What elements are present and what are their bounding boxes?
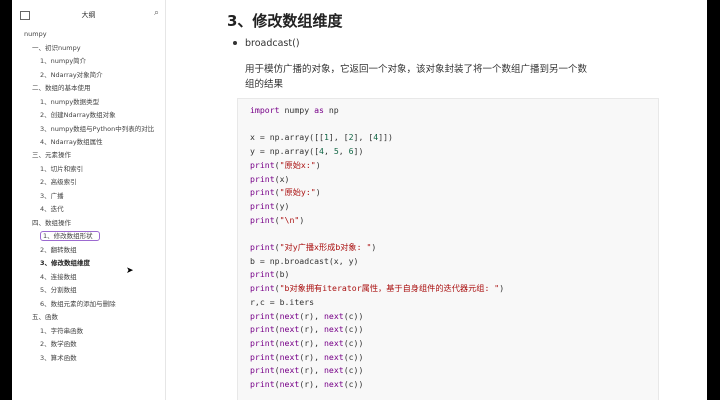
outline-list: numpy 一、初识numpy 1、numpy简介 2、Ndarray对象简介二、数组… xyxy=(12,28,165,365)
outline-item[interactable]: 1、修改数组形状 xyxy=(12,230,165,244)
app-window: 大纲 ⌕ numpy 一、初识numpy 1、numpy简介 2、Ndarray对象简… xyxy=(12,0,707,400)
outline-item[interactable]: 2、高级索引 xyxy=(12,176,165,190)
outline-item[interactable]: 2、Ndarray对象简介 xyxy=(12,69,165,83)
outline-item[interactable]: 四、数组操作 xyxy=(12,217,165,231)
outline-item-label: 4、Ndarray数组属性 xyxy=(40,137,103,146)
code-block[interactable]: import numpy as np x = np.array([[1], [2… xyxy=(237,98,659,400)
outline-item[interactable]: 一、初识numpy xyxy=(12,42,165,56)
outline-sidebar: 大纲 ⌕ numpy 一、初识numpy 1、numpy简介 2、Ndarray对象简… xyxy=(12,0,166,400)
sidebar-title: 大纲 xyxy=(81,11,96,19)
outline-item-label: 1、numpy数据类型 xyxy=(40,97,100,106)
outline-item[interactable]: 5、分割数组 xyxy=(12,284,165,298)
outline-item[interactable]: 三、元素操作 xyxy=(12,149,165,163)
outline-item[interactable]: 1、numpy数据类型 xyxy=(12,96,165,110)
outline-item[interactable]: 1、切片和索引 xyxy=(12,163,165,177)
search-icon[interactable]: ⌕ xyxy=(154,8,159,18)
bullet-dot-icon xyxy=(233,41,237,45)
outline-item-label: 4、连接数组 xyxy=(40,272,77,281)
outline-item-label: 2、数学函数 xyxy=(40,340,77,348)
outline-item[interactable]: 2、翻转数组 xyxy=(12,244,165,258)
outline-item-label: 三、元素操作 xyxy=(32,151,71,159)
outline-item-label: 二、数组的基本使用 xyxy=(32,84,91,92)
outline-item[interactable]: 五、函数 xyxy=(12,311,165,325)
description-text: 用于模仿广播的对象，它返回一个对象，该对象封装了将一个数组广播到另一个数组的结果 xyxy=(245,64,588,90)
outline-item[interactable]: numpy xyxy=(12,28,165,42)
outline-item-label: 3、广播 xyxy=(40,191,64,200)
outline-item[interactable]: 3、修改数组维度 xyxy=(12,257,165,271)
outline-item[interactable]: 4、连接数组 xyxy=(12,271,165,285)
mouse-cursor-icon: ➤ xyxy=(126,266,134,276)
outline-item[interactable]: 4、Ndarray数组属性 xyxy=(12,136,165,150)
outline-item-label: 3、修改数组维度 xyxy=(40,259,91,267)
outline-item-label: 2、Ndarray对象简介 xyxy=(40,70,103,79)
outline-item-label: 2、高级索引 xyxy=(40,178,77,186)
outline-item-label: 3、numpy数组与Python中列表的对比 xyxy=(40,124,155,133)
outline-item-label: numpy xyxy=(24,30,47,38)
bullet-item: broadcast() xyxy=(245,38,300,49)
outline-item-label: 五、函数 xyxy=(32,313,58,321)
outline-item-label: 2、创建Ndarray数组对象 xyxy=(40,111,116,119)
outline-item-label: 1、修改数组形状 xyxy=(40,231,100,241)
outline-item-label: 6、数组元素的添加与删除 xyxy=(40,299,116,308)
outline-item-label: 5、分割数组 xyxy=(40,286,77,294)
outline-item[interactable]: 2、创建Ndarray数组对象 xyxy=(12,109,165,123)
document-content: 3、修改数组维度 broadcast() 用于模仿广播的对象，它返回一个对象，该… xyxy=(165,0,707,400)
outline-item[interactable]: 3、广播 xyxy=(12,190,165,204)
outline-item-label: 1、numpy简介 xyxy=(40,57,87,65)
outline-item[interactable]: 1、numpy简介 xyxy=(12,55,165,69)
outline-item-label: 1、字符串函数 xyxy=(40,326,84,335)
outline-item[interactable]: 3、算术函数 xyxy=(12,352,165,366)
outline-item-label: 3、算术函数 xyxy=(40,353,77,362)
outline-item[interactable]: 二、数组的基本使用 xyxy=(12,82,165,96)
outline-item[interactable]: 2、数学函数 xyxy=(12,338,165,352)
section-heading: 3、修改数组维度 xyxy=(227,12,343,30)
outline-item[interactable]: 6、数组元素的添加与删除 xyxy=(12,298,165,312)
outline-item[interactable]: 4、迭代 xyxy=(12,203,165,217)
code-text: import numpy as np x = np.array([[1], [2… xyxy=(250,105,505,390)
outline-item[interactable]: 1、字符串函数 xyxy=(12,325,165,339)
outline-item[interactable]: 3、numpy数组与Python中列表的对比 xyxy=(12,123,165,136)
outline-item-label: 2、翻转数组 xyxy=(40,245,77,254)
outline-item-label: 4、迭代 xyxy=(40,205,64,213)
outline-item-label: 1、切片和索引 xyxy=(40,164,84,173)
outline-item-label: 四、数组操作 xyxy=(32,218,71,227)
outline-item-label: 一、初识numpy xyxy=(32,43,81,52)
sidebar-header: 大纲 ⌕ xyxy=(12,0,165,28)
